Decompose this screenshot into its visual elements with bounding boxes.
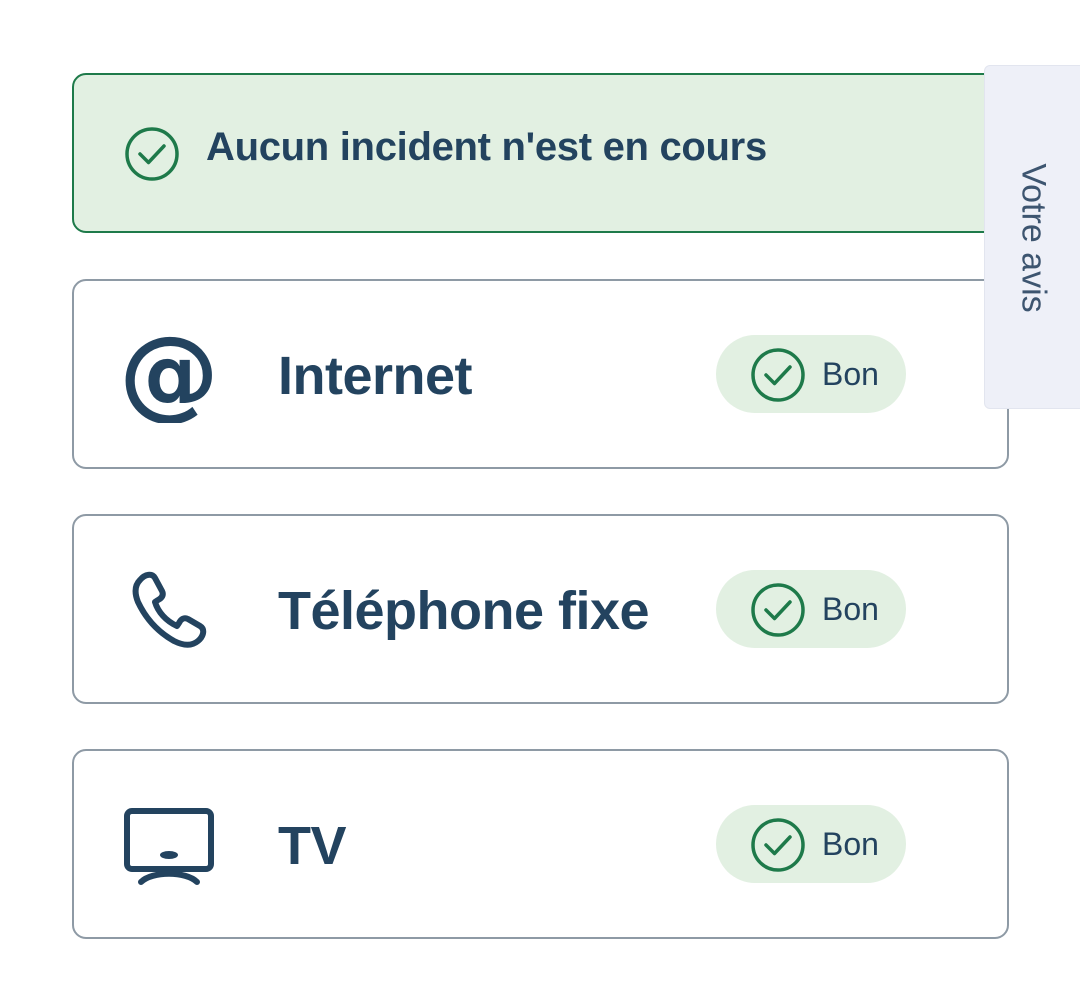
service-card-internet[interactable]: @ Internet Bon: [72, 279, 1009, 469]
feedback-tab[interactable]: Votre avis: [984, 65, 1080, 409]
service-label: Internet: [278, 346, 473, 406]
feedback-tab-label: Votre avis: [1014, 163, 1053, 313]
status-badge: Bon: [716, 805, 906, 883]
check-circle-icon: [751, 583, 805, 637]
service-card-tv[interactable]: TV Bon: [72, 749, 1009, 939]
at-sign-icon: @: [122, 329, 216, 423]
phone-icon: [132, 571, 207, 648]
svg-text:@: @: [122, 329, 216, 423]
service-label: Téléphone fixe: [278, 581, 650, 641]
tv-icon: [124, 808, 214, 885]
status-badge: Bon: [716, 335, 906, 413]
check-circle-icon: [125, 127, 179, 181]
service-card-telephone-fixe[interactable]: Téléphone fixe Bon: [72, 514, 1009, 704]
status-badge-text: Bon: [822, 356, 879, 392]
check-circle-icon: [751, 818, 805, 872]
status-banner: Aucun incident n'est en cours: [72, 73, 1012, 233]
status-badge-text: Bon: [822, 826, 879, 862]
status-badge: Bon: [716, 570, 906, 648]
status-banner-text: Aucun incident n'est en cours: [206, 125, 767, 169]
status-badge-text: Bon: [822, 591, 879, 627]
check-circle-icon: [751, 348, 805, 402]
service-label: TV: [278, 816, 347, 876]
